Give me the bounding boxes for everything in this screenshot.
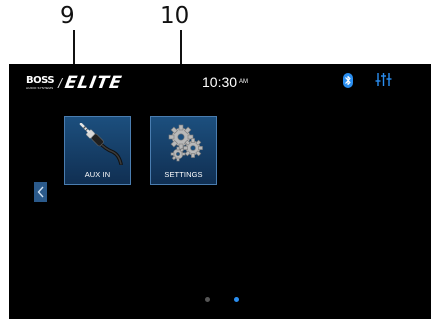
logo-slash: / <box>58 75 62 91</box>
head-unit-screen: BOSS AUDIO SYSTEMS / ELITE 10:30 AM AUX … <box>9 64 431 319</box>
clock: 10:30 AM <box>202 74 248 90</box>
clock-time: 10:30 <box>202 74 238 90</box>
aux-in-button[interactable]: AUX IN <box>64 116 131 185</box>
bluetooth-icon[interactable] <box>343 73 353 88</box>
settings-label: SETTINGS <box>164 170 203 179</box>
boss-logo-text: BOSS <box>26 75 55 86</box>
page-indicator <box>205 297 239 302</box>
clock-ampm: AM <box>239 79 249 85</box>
chevron-left-icon <box>37 186 44 198</box>
boss-logo: BOSS AUDIO SYSTEMS <box>26 75 55 91</box>
aux-cable-icon <box>79 123 123 165</box>
page-dot[interactable] <box>205 297 210 302</box>
aux-in-label: AUX IN <box>84 170 111 179</box>
previous-page-button[interactable] <box>34 182 47 202</box>
page-dot[interactable] <box>234 297 239 302</box>
callout-number-9: 9 <box>60 3 75 29</box>
brand-logo: BOSS AUDIO SYSTEMS / ELITE <box>26 73 124 93</box>
boss-logo-subtext: AUDIO SYSTEMS <box>26 86 54 90</box>
callout-number-10: 10 <box>160 3 190 29</box>
settings-button[interactable]: SETTINGS <box>150 116 217 185</box>
gears-icon <box>168 124 203 162</box>
elite-logo-text: ELITE <box>63 73 124 93</box>
equalizer-icon[interactable] <box>375 72 392 87</box>
